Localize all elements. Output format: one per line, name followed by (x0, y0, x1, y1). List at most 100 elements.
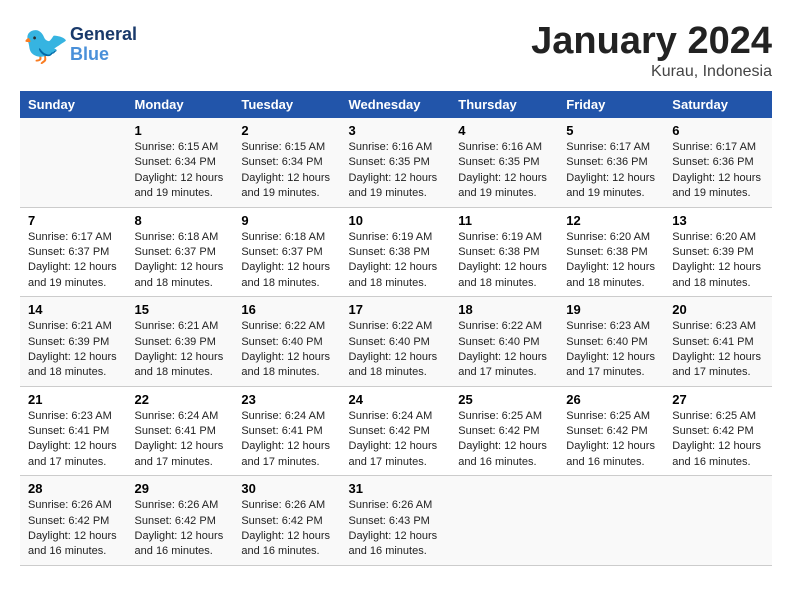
day-number: 29 (135, 481, 226, 496)
calendar-cell: 16 Sunrise: 6:22 AM Sunset: 6:40 PM Dayli… (233, 297, 340, 387)
day-info: Sunrise: 6:20 AM Sunset: 6:38 PM Dayligh… (566, 230, 656, 292)
day-info: Sunrise: 6:19 AM Sunset: 6:38 PM Dayligh… (458, 230, 550, 292)
day-info: Sunrise: 6:22 AM Sunset: 6:40 PM Dayligh… (241, 319, 332, 381)
day-info: Sunrise: 6:25 AM Sunset: 6:42 PM Dayligh… (566, 409, 656, 471)
day-number: 18 (458, 302, 550, 317)
calendar-cell (20, 118, 127, 207)
weekday-header-monday: Monday (127, 91, 234, 118)
day-number: 5 (566, 123, 656, 138)
calendar-cell: 19 Sunrise: 6:23 AM Sunset: 6:40 PM Dayli… (558, 297, 664, 387)
day-number: 9 (241, 213, 332, 228)
day-number: 10 (349, 213, 443, 228)
calendar-cell: 18Sunrise: 6:22 AM Sunset: 6:40 PM Dayli… (450, 297, 558, 387)
calendar-cell: 30 Sunrise: 6:26 AM Sunset: 6:42 PM Dayli… (233, 476, 340, 566)
svg-text:🐦: 🐦 (22, 25, 69, 67)
day-info: Sunrise: 6:21 AM Sunset: 6:39 PM Dayligh… (28, 319, 119, 381)
calendar-cell: 27Sunrise: 6:25 AM Sunset: 6:42 PM Dayli… (664, 386, 772, 476)
weekday-header-tuesday: Tuesday (233, 91, 340, 118)
weekday-header-friday: Friday (558, 91, 664, 118)
calendar-cell: 13Sunrise: 6:20 AM Sunset: 6:39 PM Dayli… (664, 207, 772, 297)
page-header: 🐦 General Blue January 2024 Kurau, Indon… (20, 20, 772, 81)
day-info: Sunrise: 6:18 AM Sunset: 6:37 PM Dayligh… (241, 230, 332, 292)
day-info: Sunrise: 6:16 AM Sunset: 6:35 PM Dayligh… (458, 140, 550, 202)
calendar-body: 1Sunrise: 6:15 AM Sunset: 6:34 PM Daylig… (20, 118, 772, 565)
day-number: 3 (349, 123, 443, 138)
day-number: 4 (458, 123, 550, 138)
day-number: 28 (28, 481, 119, 496)
day-info: Sunrise: 6:24 AM Sunset: 6:41 PM Dayligh… (241, 409, 332, 471)
calendar-cell: 10 Sunrise: 6:19 AM Sunset: 6:38 PM Dayli… (341, 207, 451, 297)
day-number: 11 (458, 213, 550, 228)
calendar-cell: 21 Sunrise: 6:23 AM Sunset: 6:41 PM Dayli… (20, 386, 127, 476)
calendar-cell: 15Sunrise: 6:21 AM Sunset: 6:39 PM Dayli… (127, 297, 234, 387)
calendar-cell: 1Sunrise: 6:15 AM Sunset: 6:34 PM Daylig… (127, 118, 234, 207)
calendar-cell: 7Sunrise: 6:17 AM Sunset: 6:37 PM Daylig… (20, 207, 127, 297)
day-info: Sunrise: 6:17 AM Sunset: 6:37 PM Dayligh… (28, 230, 119, 292)
calendar-cell: 28 Sunrise: 6:26 AM Sunset: 6:42 PM Dayli… (20, 476, 127, 566)
day-number: 21 (28, 392, 119, 407)
calendar-cell: 22 Sunrise: 6:24 AM Sunset: 6:41 PM Dayli… (127, 386, 234, 476)
day-info: Sunrise: 6:23 AM Sunset: 6:41 PM Dayligh… (28, 409, 119, 471)
day-info: Sunrise: 6:16 AM Sunset: 6:35 PM Dayligh… (349, 140, 443, 202)
calendar-header: SundayMondayTuesdayWednesdayThursdayFrid… (20, 91, 772, 118)
day-info: Sunrise: 6:23 AM Sunset: 6:41 PM Dayligh… (672, 319, 764, 381)
weekday-header-saturday: Saturday (664, 91, 772, 118)
day-number: 17 (349, 302, 443, 317)
calendar-cell: 12 Sunrise: 6:20 AM Sunset: 6:38 PM Dayli… (558, 207, 664, 297)
location-subtitle: Kurau, Indonesia (531, 63, 772, 81)
day-info: Sunrise: 6:17 AM Sunset: 6:36 PM Dayligh… (672, 140, 764, 202)
calendar-cell: 25Sunrise: 6:25 AM Sunset: 6:42 PM Dayli… (450, 386, 558, 476)
day-number: 16 (241, 302, 332, 317)
day-number: 22 (135, 392, 226, 407)
calendar-cell: 29Sunrise: 6:26 AM Sunset: 6:42 PM Dayli… (127, 476, 234, 566)
day-info: Sunrise: 6:19 AM Sunset: 6:38 PM Dayligh… (349, 230, 443, 292)
day-info: Sunrise: 6:18 AM Sunset: 6:37 PM Dayligh… (135, 230, 226, 292)
day-number: 27 (672, 392, 764, 407)
day-number: 26 (566, 392, 656, 407)
weekday-header-thursday: Thursday (450, 91, 558, 118)
day-number: 8 (135, 213, 226, 228)
month-title: January 2024 (531, 20, 772, 63)
calendar-cell: 24 Sunrise: 6:24 AM Sunset: 6:42 PM Dayli… (341, 386, 451, 476)
weekday-header-row: SundayMondayTuesdayWednesdayThursdayFrid… (20, 91, 772, 118)
logo-bird-icon: 🐦 (20, 20, 70, 70)
logo-blue: Blue (70, 45, 137, 65)
day-number: 19 (566, 302, 656, 317)
day-number: 1 (135, 123, 226, 138)
weekday-header-sunday: Sunday (20, 91, 127, 118)
calendar-cell: 5Sunrise: 6:17 AM Sunset: 6:36 PM Daylig… (558, 118, 664, 207)
day-info: Sunrise: 6:26 AM Sunset: 6:42 PM Dayligh… (241, 498, 332, 560)
day-number: 14 (28, 302, 119, 317)
day-number: 24 (349, 392, 443, 407)
day-number: 23 (241, 392, 332, 407)
day-number: 31 (349, 481, 443, 496)
day-number: 20 (672, 302, 764, 317)
calendar-cell: 2Sunrise: 6:15 AM Sunset: 6:34 PM Daylig… (233, 118, 340, 207)
logo: 🐦 General Blue (20, 20, 137, 70)
day-info: Sunrise: 6:24 AM Sunset: 6:41 PM Dayligh… (135, 409, 226, 471)
day-info: Sunrise: 6:26 AM Sunset: 6:43 PM Dayligh… (349, 498, 443, 560)
day-info: Sunrise: 6:23 AM Sunset: 6:40 PM Dayligh… (566, 319, 656, 381)
day-info: Sunrise: 6:26 AM Sunset: 6:42 PM Dayligh… (28, 498, 119, 560)
calendar-table: SundayMondayTuesdayWednesdayThursdayFrid… (20, 91, 772, 566)
calendar-week-row: 21 Sunrise: 6:23 AM Sunset: 6:41 PM Dayli… (20, 386, 772, 476)
logo-general: General (70, 25, 137, 45)
calendar-week-row: 14 Sunrise: 6:21 AM Sunset: 6:39 PM Dayli… (20, 297, 772, 387)
day-number: 30 (241, 481, 332, 496)
calendar-week-row: 1Sunrise: 6:15 AM Sunset: 6:34 PM Daylig… (20, 118, 772, 207)
day-number: 12 (566, 213, 656, 228)
calendar-week-row: 7Sunrise: 6:17 AM Sunset: 6:37 PM Daylig… (20, 207, 772, 297)
logo-text: General Blue (70, 25, 137, 65)
calendar-cell: 20 Sunrise: 6:23 AM Sunset: 6:41 PM Dayli… (664, 297, 772, 387)
calendar-cell: 6Sunrise: 6:17 AM Sunset: 6:36 PM Daylig… (664, 118, 772, 207)
day-info: Sunrise: 6:24 AM Sunset: 6:42 PM Dayligh… (349, 409, 443, 471)
day-info: Sunrise: 6:22 AM Sunset: 6:40 PM Dayligh… (349, 319, 443, 381)
calendar-week-row: 28 Sunrise: 6:26 AM Sunset: 6:42 PM Dayli… (20, 476, 772, 566)
calendar-cell: 11 Sunrise: 6:19 AM Sunset: 6:38 PM Dayli… (450, 207, 558, 297)
day-number: 15 (135, 302, 226, 317)
day-number: 2 (241, 123, 332, 138)
calendar-cell: 17 Sunrise: 6:22 AM Sunset: 6:40 PM Dayli… (341, 297, 451, 387)
calendar-cell: 4 Sunrise: 6:16 AM Sunset: 6:35 PM Daylig… (450, 118, 558, 207)
calendar-cell: 3 Sunrise: 6:16 AM Sunset: 6:35 PM Daylig… (341, 118, 451, 207)
day-number: 25 (458, 392, 550, 407)
